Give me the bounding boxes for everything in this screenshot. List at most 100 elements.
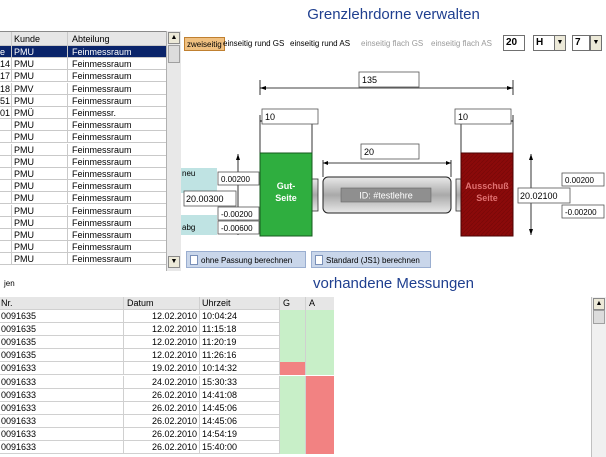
column-header-uhrzeit[interactable]: Uhrzeit xyxy=(200,297,280,310)
table-row[interactable]: 0091635 12.02.2010 11:15:18 xyxy=(0,323,334,337)
table-row[interactable]: PMU Feinmessraum xyxy=(0,253,166,266)
column-header-abteilung[interactable]: Abteilung xyxy=(68,32,165,46)
nogo-status-cell xyxy=(306,375,334,389)
total-length-value[interactable]: 135 xyxy=(362,75,377,85)
scroll-thumb[interactable] xyxy=(593,310,605,324)
date-cell: 26.02.2010 xyxy=(124,414,200,428)
table-row[interactable]: PMU Feinmessraum xyxy=(0,192,166,205)
time-cell: 10:14:32 xyxy=(200,362,280,376)
go-nominal-field[interactable]: 20.00300 xyxy=(186,194,224,204)
measurements-table[interactable]: Nr. Datum Uhrzeit G A 0091635 12.02.2010 10:04:… xyxy=(0,297,334,457)
no-fit-calculate-button[interactable]: ohne Passung berechnen xyxy=(186,251,306,268)
left-section-label: jen xyxy=(4,279,15,288)
table-row[interactable]: PMU Feinmessraum xyxy=(0,180,166,193)
arrow-up-icon[interactable]: ▲ xyxy=(168,32,180,44)
table-row[interactable]: 01 PMÜ Feinmessr. xyxy=(0,107,166,119)
customer-cell: PMU xyxy=(12,229,68,241)
nogo-status-cell xyxy=(306,401,334,415)
table-row[interactable]: 0091635 12.02.2010 11:20:19 xyxy=(0,336,334,350)
nogo-lower-field[interactable]: -0.00200 xyxy=(565,208,597,217)
table-row[interactable]: PMU Feinmessraum xyxy=(0,168,166,180)
tolerance-grade-select[interactable]: 7 xyxy=(572,35,590,51)
table-row[interactable]: PMU Feinmessraum xyxy=(0,143,166,156)
standard-button-label: Standard (JS1) berechnen xyxy=(326,256,420,265)
table-row[interactable]: 0091633 26.02.2010 14:45:06 xyxy=(0,414,334,428)
go-lower-field[interactable]: -0.00200 xyxy=(221,210,253,219)
table-row[interactable]: 0091635 12.02.2010 10:04:24 xyxy=(0,310,334,323)
table-row[interactable]: PMU Feinmessraum xyxy=(0,216,166,229)
table-row[interactable]: PMU Feinmessraum xyxy=(0,155,166,168)
customer-cell: PMU xyxy=(12,204,68,217)
table-row[interactable]: PMU Feinmessraum xyxy=(0,204,166,217)
handle-length-value[interactable]: 20 xyxy=(364,147,374,157)
go-status-cell xyxy=(280,401,306,415)
row-id xyxy=(0,216,12,229)
go-length-value[interactable]: 10 xyxy=(265,112,275,122)
diameter-field[interactable]: 20 xyxy=(503,35,525,51)
arrow-up-icon[interactable]: ▲ xyxy=(593,298,605,310)
row-id xyxy=(0,204,12,217)
table-row[interactable]: 51 PMU Feinmessraum xyxy=(0,94,166,107)
row-id xyxy=(0,168,12,180)
gauge-table-scrollbar[interactable]: ▲ ▼ xyxy=(166,31,181,271)
table-row[interactable]: PMU Feinmessraum xyxy=(0,241,166,254)
page-title: Grenzlehrdorne verwalten xyxy=(307,6,480,23)
measurements-scrollbar[interactable]: ▲ xyxy=(591,297,606,457)
nogo-tolerance-fields: 0.00200 20.02100 -0.00200 xyxy=(517,154,605,235)
date-cell: 19.02.2010 xyxy=(124,362,200,376)
go-side-label-2: Seite xyxy=(275,193,297,203)
nogo-upper-field[interactable]: 0.00200 xyxy=(565,176,594,185)
customer-cell: PMU xyxy=(12,253,68,266)
nogo-nominal-field[interactable]: 20.02100 xyxy=(520,191,558,201)
tab-einseitig-flach-gs: einseitig flach GS xyxy=(361,39,424,48)
row-id xyxy=(0,180,12,193)
table-row[interactable]: e PMU Feinmessraum xyxy=(0,46,166,58)
tolerance-letter-select[interactable]: H xyxy=(533,35,555,51)
nogo-status-cell xyxy=(306,336,334,350)
nogo-status-cell xyxy=(306,362,334,376)
no-fit-button-label: ohne Passung berechnen xyxy=(201,256,293,265)
go-upper-field[interactable]: 0.00200 xyxy=(221,175,250,184)
table-row[interactable]: PMU Feinmessraum xyxy=(0,119,166,132)
tab-einseitig-rund-gs[interactable]: einseitig rund GS xyxy=(223,37,284,51)
table-row[interactable]: PMU Feinmessraum xyxy=(0,229,166,241)
column-header-a[interactable]: A xyxy=(306,297,334,310)
chevron-down-icon[interactable]: ▼ xyxy=(554,35,566,51)
tab-einseitig-rund-as[interactable]: einseitig rund AS xyxy=(290,37,350,51)
measurement-number-cell: 0091633 xyxy=(0,388,124,402)
table-row[interactable]: 0091633 24.02.2010 15:30:33 xyxy=(0,375,334,389)
nogo-length-dimension: 10 xyxy=(454,108,514,153)
gauge-table[interactable]: Kunde Abteilung e PMU Feinmessraum 14 PMU Feinm… xyxy=(0,31,166,271)
row-id xyxy=(0,241,12,254)
table-row[interactable]: 14 PMU Feinmessraum xyxy=(0,58,166,71)
date-cell: 26.02.2010 xyxy=(124,388,200,402)
table-row[interactable]: 0091633 26.02.2010 14:45:06 xyxy=(0,401,334,415)
standard-calculate-button[interactable]: Standard (JS1) berechnen xyxy=(311,251,431,268)
column-header-datum[interactable]: Datum xyxy=(124,297,200,310)
table-row[interactable]: 0091633 19.02.2010 10:14:32 xyxy=(0,362,334,376)
arrow-down-icon[interactable]: ▼ xyxy=(168,256,180,268)
table-row[interactable]: 0091633 26.02.2010 14:54:19 xyxy=(0,427,334,441)
tab-zweiseitig[interactable]: zweiseitig xyxy=(184,37,225,51)
table-row[interactable]: 0091633 26.02.2010 14:41:08 xyxy=(0,388,334,402)
table-row[interactable]: PMU Feinmessraum xyxy=(0,131,166,144)
department-cell: Feinmessraum xyxy=(72,230,132,240)
go-status-cell xyxy=(280,310,306,323)
table-header: Nr. Datum Uhrzeit G A xyxy=(0,297,334,310)
measurement-number-cell: 0091635 xyxy=(0,310,124,323)
scroll-thumb[interactable] xyxy=(168,45,180,63)
customer-cell: PMU xyxy=(12,58,68,71)
department-cell: Feinmessraum xyxy=(72,181,132,192)
table-row[interactable]: 17 PMU Feinmessraum xyxy=(0,70,166,83)
table-row[interactable]: 0091633 26.02.2010 15:40:00 xyxy=(0,441,334,454)
table-row[interactable]: 18 PMV Feinmessraum xyxy=(0,82,166,95)
nogo-status-cell xyxy=(306,414,334,428)
chevron-down-icon[interactable]: ▼ xyxy=(590,35,602,51)
column-header-nr[interactable]: Nr. xyxy=(0,297,124,310)
column-header-g[interactable]: G xyxy=(280,297,306,310)
nogo-length-value[interactable]: 10 xyxy=(458,112,468,122)
go-status-cell xyxy=(280,349,306,363)
table-row[interactable]: 0091635 12.02.2010 11:26:16 xyxy=(0,349,334,363)
go-wear-field[interactable]: -0.00600 xyxy=(221,224,253,233)
column-header-kunde[interactable]: Kunde xyxy=(12,32,68,46)
